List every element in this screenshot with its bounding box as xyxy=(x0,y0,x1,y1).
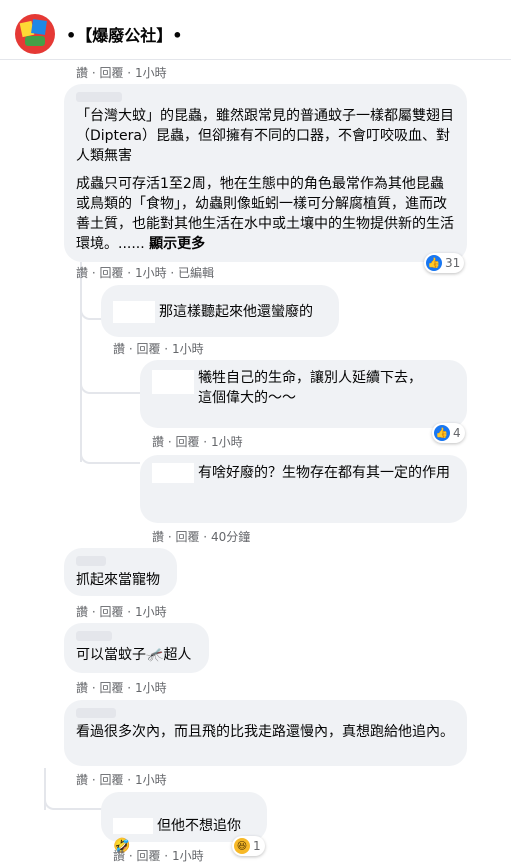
logo-shape xyxy=(31,19,47,35)
comment-bubble: 抓起來當寵物 xyxy=(64,548,177,596)
comment-bubble: 「台灣大蚊」的昆蟲，雖然跟常見的普通蚊子一樣都屬雙翅目（Diptera）昆蟲，但… xyxy=(64,84,467,262)
like-link[interactable]: 讚 xyxy=(152,435,164,449)
comment-actions: 讚 · 回覆 · 1小時 · 已編輯 xyxy=(76,266,215,280)
reply-link[interactable]: 回覆 xyxy=(136,342,160,356)
reply-bubble: 犧牲自己的生命，讓別人延續下去，這個偉大的～～ xyxy=(140,360,467,428)
see-more-link[interactable]: 顯示更多 xyxy=(149,236,205,252)
page-title[interactable]: •【爆廢公社】• xyxy=(66,22,182,46)
comment-text-p2: 成蟲只可存活1至2周，牠在生態中的角色最常作為其他昆蟲或鳥類的「食物」，幼蟲則像… xyxy=(76,176,454,252)
like-link[interactable]: 讚 xyxy=(76,681,88,695)
like-link[interactable]: 讚 xyxy=(76,266,88,280)
author-name[interactable] xyxy=(152,370,194,394)
author-name[interactable] xyxy=(113,818,153,834)
reply-bubble: 有啥好廢的？生物存在都有其一定的作用 xyxy=(140,455,467,523)
reply-link[interactable]: 回覆 xyxy=(175,435,199,449)
comment-actions: 讚 · 回覆 · 40分鐘 xyxy=(152,530,251,544)
haha-icon: 😆 xyxy=(234,838,250,854)
timestamp[interactable]: 1小時 xyxy=(135,66,167,80)
reaction-number: 4 xyxy=(453,426,461,440)
comment-text: 看過很多次內，而且飛的比我走路還慢內，真想跑給他追內。 xyxy=(76,724,454,740)
timestamp[interactable]: 1小時 xyxy=(211,435,243,449)
author-name[interactable] xyxy=(76,556,106,566)
comment-actions: 讚 · 回覆 · 1小時 xyxy=(113,342,204,356)
like-icon: 👍 xyxy=(426,255,442,271)
comment-text-b: 超人 xyxy=(163,647,192,663)
reply-link[interactable]: 回覆 xyxy=(136,849,160,863)
timestamp[interactable]: 1小時 xyxy=(135,266,167,280)
comment-bubble: 看過很多次內，而且飛的比我走路還慢內，真想跑給他追內。 xyxy=(64,700,467,766)
reaction-count[interactable]: 👍 4 xyxy=(432,423,465,443)
comment-text: 「台灣大蚊」的昆蟲，雖然跟常見的普通蚊子一樣都屬雙翅目（Diptera）昆蟲，但… xyxy=(76,108,454,164)
reaction-count[interactable]: 😆 1 xyxy=(232,836,265,856)
comment-actions: 讚 · 回覆 · 1小時 xyxy=(76,773,167,787)
reply-link[interactable]: 回覆 xyxy=(99,773,123,787)
thread-line xyxy=(80,262,82,462)
reply-link[interactable]: 回覆 xyxy=(175,530,199,544)
like-icon: 👍 xyxy=(434,425,450,441)
like-link[interactable]: 讚 xyxy=(76,66,88,80)
post-header: •【爆廢公社】• xyxy=(0,0,511,60)
comment-actions: 讚 · 回覆 · 1小時 xyxy=(76,66,167,80)
reply-link[interactable]: 回覆 xyxy=(99,605,123,619)
thread-elbow xyxy=(80,380,140,394)
reply-link[interactable]: 回覆 xyxy=(99,66,123,80)
like-link[interactable]: 讚 xyxy=(76,773,88,787)
logo-shape xyxy=(25,36,45,46)
page-avatar[interactable] xyxy=(15,14,55,54)
edited-label: 已編輯 xyxy=(178,266,215,280)
reply-bubble: 但他不想追你🤣 xyxy=(101,792,267,854)
mosquito-icon: 🦟 xyxy=(146,647,164,663)
comment-actions: 讚 · 回覆 · 1小時 xyxy=(76,681,167,695)
comment-text: 成蟲只可存活1至2周，牠在生態中的角色最常作為其他昆蟲或鳥類的「食物」，幼蟲則像… xyxy=(76,174,455,254)
reaction-count[interactable]: 👍 31 xyxy=(424,253,465,273)
author-name[interactable] xyxy=(76,631,112,641)
timestamp[interactable]: 1小時 xyxy=(135,605,167,619)
reply-text: 犧牲自己的生命，讓別人延續下去，這個偉大的～～ xyxy=(198,370,422,406)
timestamp[interactable]: 40分鐘 xyxy=(211,530,250,544)
timestamp[interactable]: 1小時 xyxy=(172,849,204,863)
reply-bubble: 那這樣聽起來他還蠻廢的 xyxy=(101,285,339,337)
reply-link[interactable]: 回覆 xyxy=(99,266,123,280)
comment-actions: 讚 · 回覆 · 1小時 xyxy=(152,435,243,449)
like-link[interactable]: 讚 xyxy=(113,342,125,356)
comment-actions: 讚 · 回覆 · 1小時 xyxy=(113,849,204,863)
thread-elbow xyxy=(44,788,102,810)
comment-text: 可以當蚊子🦟超人 xyxy=(76,645,197,665)
thread-elbow xyxy=(80,440,140,464)
comment-actions: 讚 · 回覆 · 1小時 xyxy=(76,605,167,619)
reply-text: 那這樣聽起來他還蠻廢的 xyxy=(159,304,313,320)
reaction-number: 31 xyxy=(445,256,461,270)
like-link[interactable]: 讚 xyxy=(152,530,164,544)
comment-text-a: 可以當蚊子 xyxy=(76,647,146,663)
comment-text: 抓起來當寵物 xyxy=(76,572,160,588)
thread-elbow xyxy=(80,300,102,320)
reply-link[interactable]: 回覆 xyxy=(99,681,123,695)
comment-bubble: 可以當蚊子🦟超人 xyxy=(64,623,209,673)
author-name[interactable] xyxy=(76,92,122,102)
reaction-number: 1 xyxy=(253,839,261,853)
reply-text: 有啥好廢的？生物存在都有其一定的作用 xyxy=(198,465,450,481)
timestamp[interactable]: 1小時 xyxy=(135,773,167,787)
timestamp[interactable]: 1小時 xyxy=(135,681,167,695)
timestamp[interactable]: 1小時 xyxy=(172,342,204,356)
reply-text: 但他不想追你 xyxy=(157,818,241,834)
like-link[interactable]: 讚 xyxy=(113,849,125,863)
author-name[interactable] xyxy=(76,708,116,718)
author-name[interactable] xyxy=(152,463,194,483)
like-link[interactable]: 讚 xyxy=(76,605,88,619)
author-name[interactable] xyxy=(113,301,155,323)
